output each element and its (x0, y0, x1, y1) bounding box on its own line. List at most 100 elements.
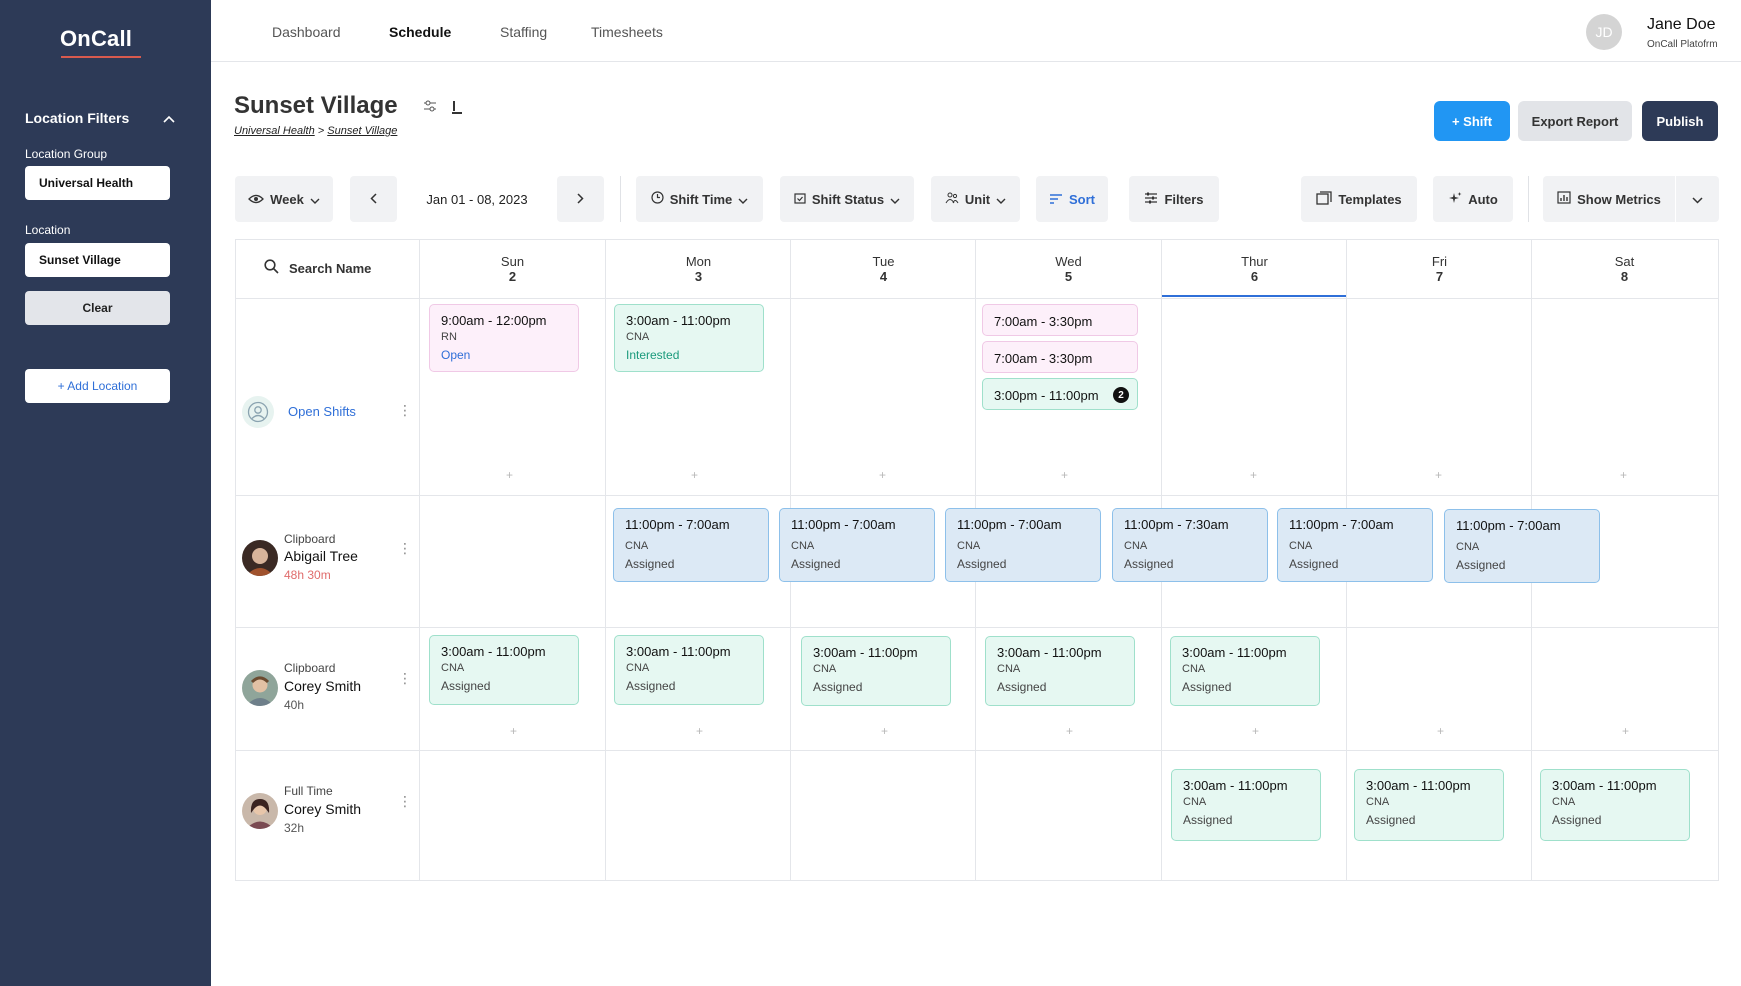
shift-card[interactable]: 3:00am - 11:00pm CNA Assigned (985, 636, 1135, 706)
day-name: Sat (1614, 254, 1635, 269)
grid-row-line (236, 750, 1718, 751)
nav-dashboard[interactable]: Dashboard (272, 24, 341, 40)
day-name: Mon (685, 254, 712, 269)
day-number: 8 (1620, 269, 1629, 284)
nav-timesheets[interactable]: Timesheets (591, 24, 663, 40)
shift-card[interactable]: 11:00pm - 7:00am CNA Assigned (613, 508, 769, 582)
shift-role: RN (441, 331, 457, 343)
employee-name[interactable]: Corey Smith (284, 678, 361, 694)
shift-card[interactable]: 11:00pm - 7:00am CNA Assigned (1277, 508, 1433, 582)
shift-role: CNA (626, 331, 650, 343)
shift-time: 11:00pm - 7:00am (791, 517, 896, 532)
employee-hours: 40h (284, 698, 305, 712)
auto-button[interactable]: Auto (1433, 176, 1513, 222)
settings-sliders-icon[interactable] (423, 100, 437, 115)
unit-dropdown[interactable]: Unit (931, 176, 1020, 222)
location-select[interactable]: Sunset Village (25, 243, 170, 277)
shift-card[interactable]: 3:00am - 11:00pm CNA Interested (614, 304, 764, 372)
chevron-up-icon[interactable] (163, 110, 175, 126)
add-shift-button[interactable]: + Shift (1434, 101, 1510, 141)
kebab-menu-icon[interactable]: ⋮ (398, 670, 412, 687)
shift-card[interactable]: 11:00pm - 7:00am CNA Assigned (779, 508, 935, 582)
shift-status: Assigned (957, 557, 1007, 571)
clear-button[interactable]: Clear (25, 291, 170, 325)
shift-card[interactable]: 3:00pm - 11:00pm 2 (982, 378, 1138, 410)
chevron-down-icon (738, 192, 748, 207)
templates-button[interactable]: Templates (1301, 176, 1417, 222)
oncall-logo[interactable]: OnCall (60, 26, 132, 52)
add-shift-plus-icon[interactable]: + (1437, 724, 1444, 738)
day-name: Tue (872, 254, 895, 269)
add-shift-plus-icon[interactable]: + (510, 724, 517, 738)
shift-card[interactable]: 3:00am - 11:00pm CNA Assigned (429, 635, 579, 705)
nav-schedule[interactable]: Schedule (389, 24, 451, 40)
add-shift-plus-icon[interactable]: + (879, 468, 886, 482)
show-metrics-label: Show Metrics (1577, 191, 1661, 207)
shift-status-dropdown[interactable]: Shift Status (780, 176, 914, 222)
metrics-dropdown-toggle[interactable] (1676, 176, 1719, 222)
shift-card[interactable]: 11:00pm - 7:30am CNA Assigned (1112, 508, 1268, 582)
nav-staffing[interactable]: Staffing (500, 24, 547, 40)
add-shift-plus-icon[interactable]: + (691, 468, 698, 482)
shift-status: Assigned (1366, 813, 1416, 827)
open-shifts-label[interactable]: Open Shifts (288, 404, 356, 419)
user-avatar[interactable]: JD (1586, 14, 1622, 50)
shift-card[interactable]: 11:00pm - 7:00am CNA Assigned (945, 508, 1101, 582)
kebab-menu-icon[interactable]: ⋮ (398, 540, 412, 557)
shift-time-dropdown[interactable]: Shift Time (636, 176, 763, 222)
shift-role: CNA (791, 540, 815, 552)
search-name-input[interactable]: Search Name (264, 259, 371, 277)
shift-time: 3:00am - 11:00pm (1552, 778, 1657, 793)
add-shift-plus-icon[interactable]: + (881, 724, 888, 738)
breadcrumb-sunset-village[interactable]: Sunset Village (327, 125, 397, 137)
download-icon[interactable] (451, 100, 463, 117)
grid-col-line (605, 240, 606, 880)
day-header-sat: Sat 8 (1532, 254, 1717, 284)
shift-card[interactable]: 3:00am - 11:00pm CNA Assigned (801, 636, 951, 706)
show-metrics-button[interactable]: Show Metrics (1543, 176, 1675, 222)
shift-time: 3:00am - 11:00pm (1183, 778, 1288, 793)
shift-card[interactable]: 3:00am - 11:00pm CNA Assigned (1540, 769, 1690, 841)
shift-card[interactable]: 3:00am - 11:00pm CNA Assigned (614, 635, 764, 705)
add-shift-plus-icon[interactable]: + (1252, 724, 1259, 738)
shift-card[interactable]: 11:00pm - 7:00am CNA Assigned (1444, 509, 1600, 583)
add-shift-plus-icon[interactable]: + (1435, 468, 1442, 482)
shift-card[interactable]: 3:00am - 11:00pm CNA Assigned (1354, 769, 1504, 841)
add-shift-plus-icon[interactable]: + (1061, 468, 1068, 482)
employee-hours: 32h (284, 821, 305, 835)
kebab-menu-icon[interactable]: ⋮ (398, 402, 412, 419)
shift-card[interactable]: 7:00am - 3:30pm (982, 341, 1138, 373)
next-week-button[interactable] (557, 176, 604, 222)
location-filters-header[interactable]: Location Filters (25, 110, 175, 126)
add-location-button[interactable]: + Add Location (25, 369, 170, 403)
add-shift-plus-icon[interactable]: + (1250, 468, 1257, 482)
prev-week-button[interactable] (350, 176, 397, 222)
eye-icon (248, 192, 265, 207)
add-shift-plus-icon[interactable]: + (1622, 724, 1629, 738)
avatar[interactable] (242, 793, 278, 829)
add-shift-plus-icon[interactable]: + (506, 468, 513, 482)
shift-card[interactable]: 9:00am - 12:00pm RN Open (429, 304, 579, 372)
export-report-button[interactable]: Export Report (1518, 101, 1632, 141)
avatar[interactable] (242, 540, 278, 576)
add-shift-plus-icon[interactable]: + (696, 724, 703, 738)
shift-time: 3:00am - 11:00pm (441, 644, 546, 659)
week-dropdown[interactable]: Week (235, 176, 333, 222)
user-circle-icon (242, 396, 274, 428)
breadcrumb-universal-health[interactable]: Universal Health (234, 125, 315, 137)
avatar[interactable] (242, 670, 278, 706)
add-shift-plus-icon[interactable]: + (1066, 724, 1073, 738)
publish-button[interactable]: Publish (1642, 101, 1718, 141)
shift-time: 11:00pm - 7:00am (957, 517, 1062, 532)
location-group-select[interactable]: Universal Health (25, 166, 170, 200)
kebab-menu-icon[interactable]: ⋮ (398, 793, 412, 810)
filters-button[interactable]: Filters (1129, 176, 1219, 222)
shift-card[interactable]: 7:00am - 3:30pm (982, 304, 1138, 336)
shift-card[interactable]: 3:00am - 11:00pm CNA Assigned (1171, 769, 1321, 841)
sort-button[interactable]: Sort (1036, 176, 1108, 222)
employee-name[interactable]: Abigail Tree (284, 548, 358, 564)
filters-label: Filters (1164, 191, 1204, 207)
add-shift-plus-icon[interactable]: + (1620, 468, 1627, 482)
shift-card[interactable]: 3:00am - 11:00pm CNA Assigned (1170, 636, 1320, 706)
employee-name[interactable]: Corey Smith (284, 801, 361, 817)
